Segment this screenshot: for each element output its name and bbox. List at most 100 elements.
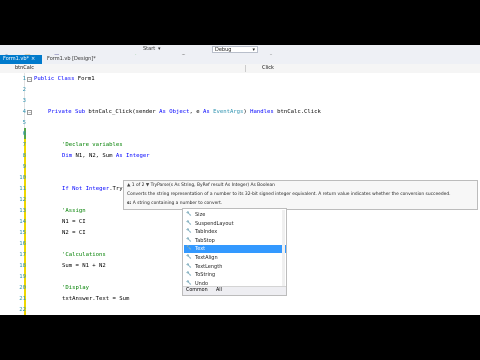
filter-tab-all[interactable]: All xyxy=(216,287,222,295)
browser-icon[interactable] xyxy=(180,46,187,61)
code-comment: 'Calculations xyxy=(62,252,106,258)
completion-item[interactable]: 🔧 Text xyxy=(184,245,286,254)
code-line[interactable]: 7 'Declare variables xyxy=(0,140,480,151)
line-number: 21 xyxy=(19,296,26,302)
tab-label: Form1.vb* xyxy=(3,56,29,62)
completion-item[interactable]: 🔧 Size xyxy=(184,211,286,219)
completion-item-label: TextAlign xyxy=(195,255,218,261)
line-number: 10 xyxy=(19,175,26,181)
line-number: 20 xyxy=(19,285,26,291)
code-line[interactable]: 2 xyxy=(0,85,480,96)
code-token: N1 = CI xyxy=(62,219,86,225)
line-number: 5 xyxy=(22,120,26,126)
completion-item-label: TabIndex xyxy=(195,229,218,236)
code-text: 'Declare variables xyxy=(62,140,123,151)
completion-item-label: TabStop xyxy=(195,237,215,244)
line-number: 3 xyxy=(22,98,26,104)
completion-item[interactable]: 🔧 ToString xyxy=(184,271,286,279)
visual-studio-window: Start ▾ Debug ▾ Form1.vb* × Form1.vb [Des… xyxy=(0,45,480,315)
code-line[interactable]: 3 xyxy=(0,96,480,107)
code-text: txtAnswer.Text = Sum xyxy=(62,294,129,305)
fold-class-collapse-icon[interactable]: − xyxy=(27,77,32,82)
next-overload-icon[interactable]: ▼ xyxy=(146,183,149,188)
property-icon: 🔧 xyxy=(186,263,192,269)
filter-tab-common[interactable]: Common xyxy=(186,287,208,295)
tab-label: Form1.vb [Design]* xyxy=(47,56,96,62)
uncomment-icon[interactable] xyxy=(292,46,299,61)
property-icon: 🔧 xyxy=(186,237,192,243)
property-icon: 🔧 xyxy=(186,255,192,260)
line-number: 1 xyxy=(22,76,26,82)
step-icon[interactable] xyxy=(170,46,177,60)
parameter-name: s: xyxy=(127,201,132,206)
line-number: 18 xyxy=(19,263,26,269)
class-name-dropdown[interactable]: btnCalc xyxy=(15,65,115,72)
completion-filter-bar: Common All xyxy=(183,286,286,295)
comment-icon[interactable] xyxy=(280,46,287,61)
code-text: 'Assign xyxy=(62,206,86,217)
code-text: 'Display xyxy=(62,283,89,294)
configuration-select[interactable]: Debug ▾ xyxy=(212,46,258,53)
completion-item[interactable]: 🔧 TextAlign xyxy=(184,254,286,262)
intellisense-completion-list[interactable]: 🔧 Size 🔧 SuspendLayout 🔧 TabIndex 🔧 TabStop 🔧 Tex… xyxy=(182,208,287,296)
code-token: Dim N1, N2, Sum As Integer xyxy=(62,153,150,159)
method-description: Converts the string representation of a … xyxy=(127,192,451,197)
line-number: 6 xyxy=(22,131,26,137)
back-icon[interactable] xyxy=(3,46,10,61)
code-line[interactable]: 1 Public Class Form1 xyxy=(0,74,480,85)
redo-icon[interactable] xyxy=(76,46,83,60)
code-token: txtAnswer.Text = Sum xyxy=(62,296,130,302)
new-project-icon[interactable] xyxy=(24,46,31,61)
line-number: 12 xyxy=(19,197,26,203)
line-number: 7 xyxy=(22,142,26,148)
line-number: 19 xyxy=(19,274,26,280)
chevron-down-icon: ▾ xyxy=(252,47,255,53)
open-icon[interactable] xyxy=(34,46,41,61)
code-text: Dim N1, N2, Sum As Integer xyxy=(62,151,150,162)
code-token: Sum = N1 + N2 xyxy=(62,263,106,269)
nav-divider xyxy=(245,65,246,72)
method-signature: TryParse(s As String, ByRef result As In… xyxy=(150,183,275,188)
tab-form1-design[interactable]: Form1.vb [Design]* xyxy=(44,55,108,64)
previous-overload-icon[interactable]: ▲ xyxy=(127,183,130,188)
code-line[interactable]: 4 Private Sub btnCalc_Click(sender As Obj… xyxy=(0,107,480,118)
code-token: ) Handles btnCalc.Click xyxy=(243,109,321,115)
fold-sub-collapse-icon[interactable]: − xyxy=(27,110,32,115)
code-comment: 'Assign xyxy=(62,208,86,214)
completion-item[interactable]: 🔧 SuspendLayout xyxy=(184,220,286,228)
start-button[interactable]: Start xyxy=(143,46,155,53)
completion-item-label: Text xyxy=(195,246,206,253)
save-all-icon[interactable] xyxy=(54,46,61,61)
close-icon[interactable]: × xyxy=(31,56,35,62)
code-text: N2 = CI xyxy=(62,228,86,239)
property-icon: 🔧 xyxy=(186,246,192,252)
save-icon[interactable] xyxy=(44,46,51,60)
completion-item[interactable]: 🔧 TabStop xyxy=(184,237,286,245)
find-icon[interactable] xyxy=(268,46,275,61)
completion-item[interactable]: 🔧 TabIndex xyxy=(184,228,286,236)
method-name-dropdown[interactable]: Click xyxy=(262,65,362,72)
property-icon: 🔧 xyxy=(186,272,192,278)
code-text: Private Sub btnCalc_Click(sender As Obje… xyxy=(48,107,321,118)
line-number: 15 xyxy=(19,230,26,236)
configuration-value: Debug xyxy=(215,47,232,53)
code-text: Public Class Form1 xyxy=(34,74,95,85)
code-line[interactable]: 8 Dim N1, N2, Sum As Integer xyxy=(0,151,480,162)
code-line[interactable]: 6 xyxy=(0,129,480,140)
code-line[interactable]: 5 xyxy=(0,118,480,129)
start-icon[interactable] xyxy=(134,46,141,61)
forward-icon[interactable] xyxy=(12,46,19,60)
undo-icon[interactable] xyxy=(66,46,73,60)
start-dropdown-icon[interactable]: ▾ xyxy=(158,46,161,53)
code-text: Sum = N1 + N2 xyxy=(62,261,106,272)
completion-item-label: ToString xyxy=(195,272,216,279)
code-line[interactable]: 22 xyxy=(0,305,480,315)
completion-scrollbar[interactable] xyxy=(282,210,285,286)
line-number: 17 xyxy=(19,252,26,258)
completion-item[interactable]: 🔧 TextLength xyxy=(184,263,286,271)
completion-item-label: Size xyxy=(195,212,206,218)
code-line[interactable]: 9 xyxy=(0,162,480,173)
document-tab-strip: Form1.vb* × Form1.vb [Design]* xyxy=(0,55,480,64)
property-icon: 🔧 xyxy=(186,212,192,217)
tab-form1-vb[interactable]: Form1.vb* × xyxy=(0,55,42,64)
